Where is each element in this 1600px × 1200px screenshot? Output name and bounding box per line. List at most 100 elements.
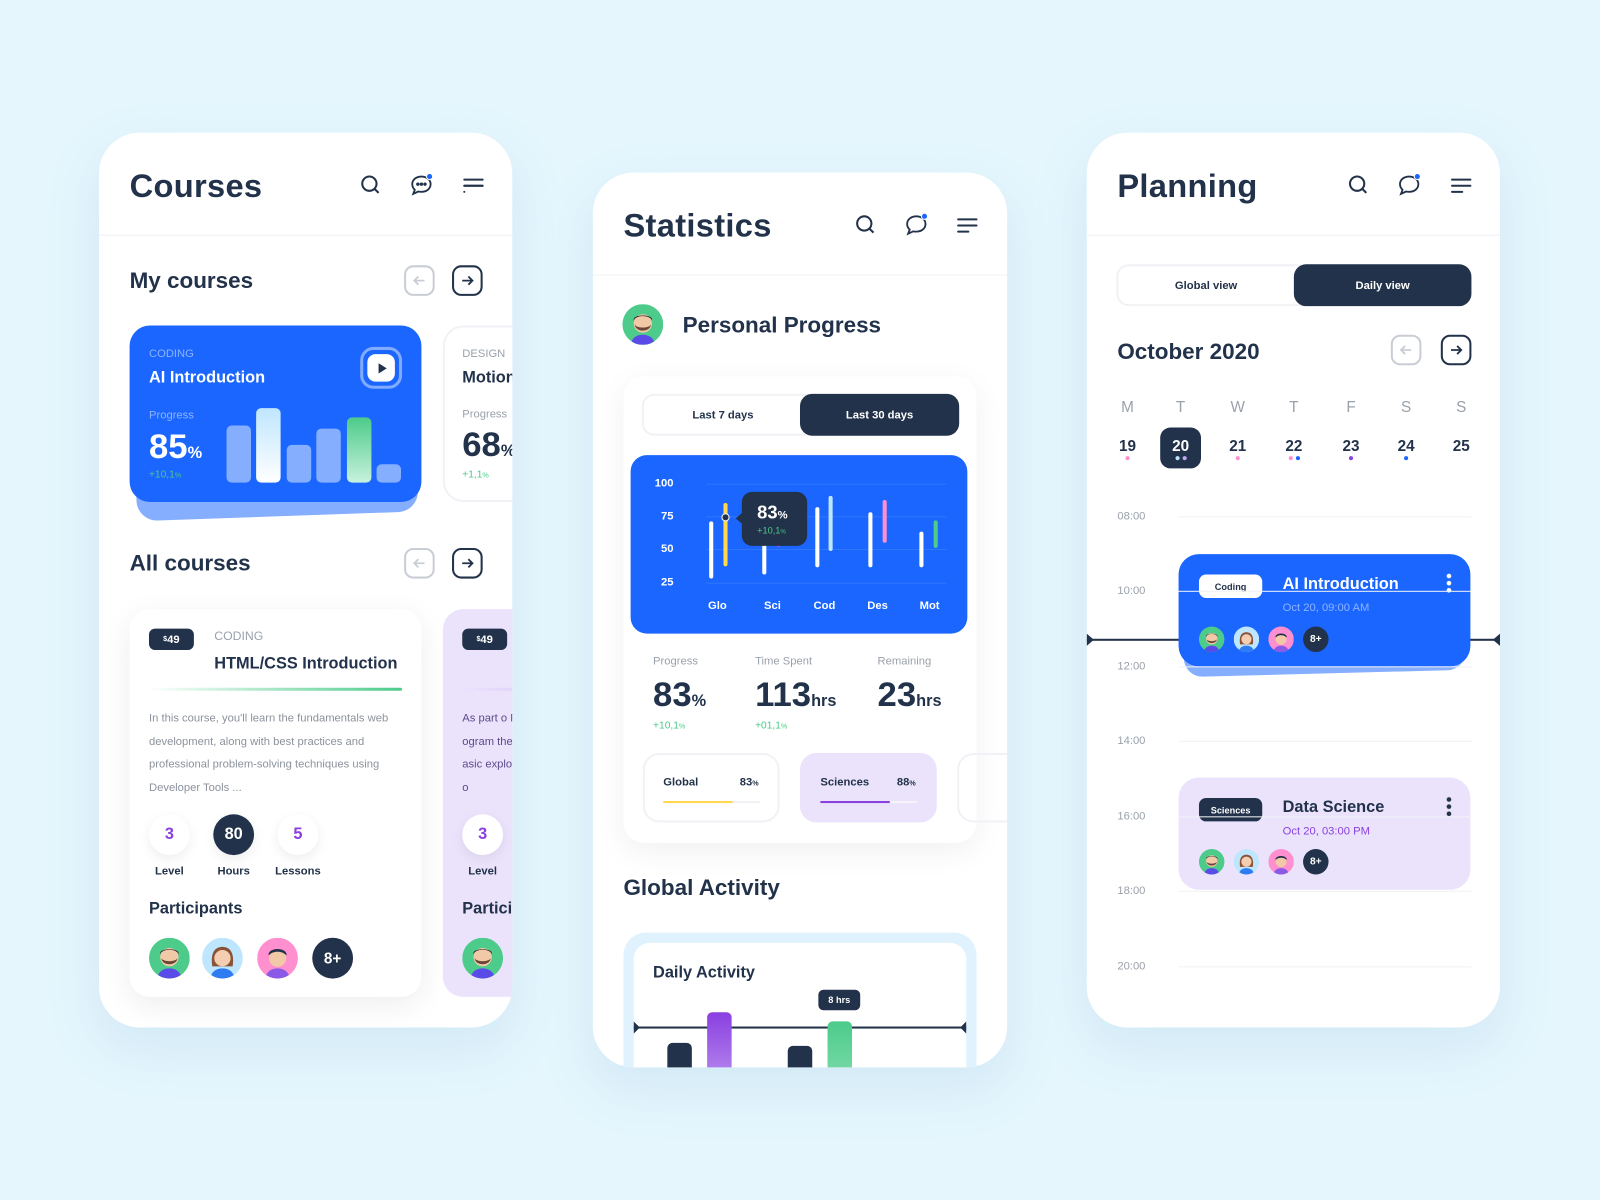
time-label: 12:00 — [1117, 660, 1146, 673]
avatar[interactable] — [1199, 627, 1225, 653]
event-datetime: Oct 20, 03:00 PM — [1282, 825, 1370, 838]
hours-value: 80 — [213, 814, 255, 856]
chat-icon[interactable] — [409, 172, 434, 196]
search-icon[interactable] — [1346, 172, 1370, 196]
avatar[interactable] — [1268, 627, 1294, 653]
menu-icon[interactable] — [1449, 172, 1473, 196]
period-tabs: Last 7 days Last 30 days — [641, 393, 960, 436]
progress-bars — [226, 326, 411, 483]
menu-icon[interactable] — [461, 172, 485, 196]
highlight-point[interactable] — [720, 513, 730, 522]
range-bar[interactable] — [919, 532, 924, 568]
progress-value: 68% — [462, 425, 512, 465]
date-19[interactable]: 19 — [1109, 438, 1146, 455]
subject-card-global[interactable]: Global 83% — [642, 753, 780, 823]
date-25[interactable]: 25 — [1443, 438, 1480, 455]
activity-bar[interactable] — [667, 1042, 692, 1068]
y-tick-label: 75 — [660, 510, 674, 523]
avatar[interactable] — [1234, 849, 1260, 875]
subject-card-next[interactable] — [957, 753, 1008, 823]
daily-view-button[interactable]: Daily view — [1293, 264, 1472, 307]
tooltip-value: 83% — [757, 502, 788, 523]
weekday-label: W — [1230, 398, 1245, 417]
prev-month-button[interactable] — [1390, 334, 1422, 366]
course-card-secondary[interactable]: $49 As part o Program the basic explorat… — [442, 609, 513, 997]
activity-bar[interactable] — [707, 1012, 732, 1068]
tab-last-7-days[interactable]: Last 7 days — [644, 396, 802, 434]
range-bar[interactable] — [933, 520, 938, 548]
user-avatar[interactable] — [622, 304, 663, 345]
gridline — [706, 582, 947, 584]
progress-bar — [286, 444, 312, 483]
course-card-html-css[interactable]: $49 CODING HTML/CSS Introduction In this… — [129, 609, 422, 997]
range-bar[interactable] — [814, 506, 819, 568]
chat-icon[interactable] — [904, 212, 929, 236]
price-badge: $49 — [148, 628, 194, 650]
subject-card-sciences[interactable]: Sciences 88% — [799, 753, 937, 823]
date-24[interactable]: 24 — [1388, 438, 1425, 455]
event-datetime: Oct 20, 09:00 AM — [1282, 602, 1370, 615]
price-badge: $49 — [462, 628, 508, 650]
header-divider — [1086, 234, 1500, 236]
search-icon[interactable] — [853, 212, 877, 236]
avatar[interactable] — [202, 938, 243, 979]
activity-bar[interactable] — [787, 1045, 813, 1068]
progress-bar — [376, 464, 402, 483]
avatar[interactable] — [149, 938, 190, 979]
range-bar[interactable] — [882, 500, 887, 543]
avatar[interactable] — [257, 938, 298, 979]
more-icon[interactable] — [1445, 795, 1453, 817]
avatar[interactable] — [462, 938, 503, 979]
time-line — [1178, 890, 1472, 892]
global-view-button[interactable]: Global view — [1118, 266, 1294, 304]
subject-progress-bar — [820, 801, 918, 804]
tab-last-30-days[interactable]: Last 30 days — [799, 393, 960, 436]
course-card-motion[interactable]: DESIGN Motion Progress 68% +1,1% — [442, 325, 513, 503]
range-bar[interactable] — [828, 496, 833, 551]
progress-line — [148, 687, 403, 691]
subject-progress-bar — [663, 801, 761, 804]
range-bar[interactable] — [708, 521, 713, 579]
more-icon[interactable] — [1445, 572, 1453, 593]
next-button[interactable] — [452, 547, 483, 579]
prev-button[interactable] — [404, 547, 435, 579]
menu-icon[interactable] — [955, 212, 979, 236]
date-22[interactable]: 22 — [1276, 438, 1313, 455]
date-23[interactable]: 23 — [1333, 438, 1370, 455]
more-participants[interactable]: 8+ — [1303, 626, 1329, 653]
stat-label-remaining: Remaining — [877, 655, 932, 668]
next-button[interactable] — [452, 265, 483, 296]
x-tick-label: Sci — [764, 599, 781, 613]
date-20[interactable]: 20 — [1162, 438, 1199, 455]
y-tick-label: 100 — [654, 477, 674, 490]
progress-bar — [226, 425, 252, 483]
event-title: Data Science — [1282, 798, 1385, 817]
next-month-button[interactable] — [1440, 334, 1472, 366]
date-21[interactable]: 21 — [1219, 438, 1256, 455]
activity-bar[interactable] — [827, 1021, 853, 1068]
y-tick-label: 50 — [660, 543, 674, 556]
prev-button[interactable] — [404, 265, 435, 296]
search-icon[interactable] — [358, 172, 382, 196]
event-card-ai-introduction[interactable]: Coding AI Introduction Oct 20, 09:00 AM … — [1178, 554, 1471, 667]
event-card-data-science[interactable]: Sciences Data Science Oct 20, 03:00 PM 8… — [1178, 777, 1471, 890]
avatar[interactable] — [1268, 849, 1294, 875]
more-participants[interactable]: 8+ — [1303, 848, 1329, 875]
global-activity-title: Global Activity — [623, 874, 780, 900]
chat-icon[interactable] — [1397, 172, 1421, 196]
course-title: HTML/CSS Introduction — [214, 655, 398, 673]
stat-value-progress: 83% — [653, 675, 707, 715]
stat-label-time-spent: Time Spent — [755, 655, 813, 668]
weekday-label: M — [1121, 398, 1134, 417]
avatar[interactable] — [1234, 627, 1260, 653]
range-bar[interactable] — [868, 512, 873, 568]
progress-chart: 83% +10,1% 100 75 50 25 Glo Sci Cod Des Mot — [630, 455, 968, 634]
page-title: Statistics — [623, 207, 772, 244]
level-label: Level — [155, 865, 184, 878]
more-participants[interactable]: 8+ — [312, 937, 354, 979]
weekday-label: S — [1400, 398, 1412, 417]
course-card-ai-introduction[interactable]: CODING AI Introduction Progress 85% +10,… — [129, 325, 422, 503]
avatar[interactable] — [1199, 849, 1225, 875]
activity-baseline — [633, 1026, 967, 1029]
progress-bar — [256, 408, 282, 483]
